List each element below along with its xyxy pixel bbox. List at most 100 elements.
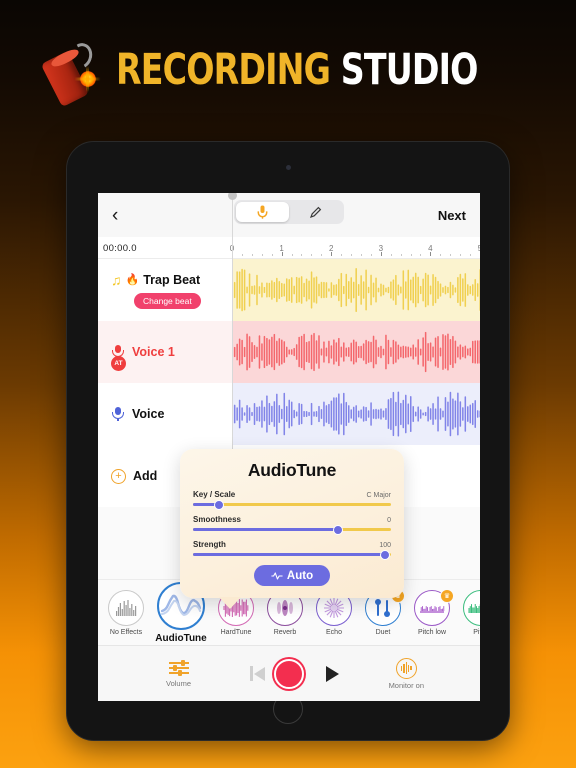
ruler-tick-minor bbox=[460, 254, 462, 256]
ruler-tick-minor bbox=[321, 254, 323, 256]
ruler-tick-major bbox=[331, 252, 333, 256]
effect-pitch-low[interactable]: ♛ Pitch low bbox=[412, 588, 454, 636]
music-note-icon: ♫ bbox=[111, 271, 122, 288]
slider-value: 100 bbox=[379, 542, 391, 549]
effect-thumbnail[interactable] bbox=[108, 589, 144, 626]
microphone-icon bbox=[257, 205, 268, 219]
track-row[interactable]: ♫ 🔥 Trap Beat Change beat bbox=[98, 259, 480, 321]
track-header-voice-2[interactable]: Voice bbox=[98, 383, 232, 445]
slider-knob[interactable] bbox=[213, 499, 224, 510]
ipad-device-frame: ‹ Next 00:00.0 01234 bbox=[66, 141, 510, 741]
effect-label: Pitch bbox=[473, 628, 480, 636]
record-button[interactable] bbox=[274, 658, 304, 689]
autotune-badge: AT bbox=[111, 356, 126, 371]
change-beat-button[interactable]: Change beat bbox=[134, 292, 201, 309]
auto-button-label: Auto bbox=[286, 569, 314, 582]
app-screen: ‹ Next 00:00.0 01234 bbox=[98, 193, 480, 701]
ruler-tick-major bbox=[380, 252, 382, 256]
tab-record[interactable] bbox=[236, 202, 289, 222]
ruler-ticks[interactable]: 012345 bbox=[230, 236, 480, 258]
slider-label: Strength bbox=[193, 540, 226, 549]
microphone-icon bbox=[111, 407, 125, 421]
ruler-tick-minor bbox=[370, 254, 372, 256]
ruler-tick-minor bbox=[341, 254, 343, 256]
track-waveform-trap-beat[interactable] bbox=[232, 259, 480, 321]
volume-button[interactable]: Volume bbox=[166, 659, 191, 688]
slider-0[interactable]: Key / Scale C Major bbox=[193, 490, 391, 510]
ruler-tick-minor bbox=[261, 254, 263, 256]
record-button-icon bbox=[274, 658, 304, 689]
slider-2[interactable]: Strength 100 bbox=[193, 540, 391, 560]
app-topbar: ‹ Next bbox=[98, 193, 480, 237]
mode-segmented-control[interactable] bbox=[234, 200, 344, 224]
ruler-tick-minor bbox=[251, 254, 253, 256]
skip-to-start-button[interactable] bbox=[250, 666, 265, 681]
track-name: Voice bbox=[132, 407, 165, 421]
track-name: Add bbox=[133, 469, 158, 483]
crown-icon: ♛ bbox=[440, 588, 454, 603]
track-waveform-voice-1[interactable] bbox=[232, 321, 480, 383]
ruler-tick-minor bbox=[390, 254, 392, 256]
track-name: Trap Beat bbox=[143, 272, 201, 287]
effect-pitch[interactable]: Pitch bbox=[461, 589, 480, 636]
effect-label: No Effects bbox=[109, 628, 143, 636]
track-title-row: Voice bbox=[111, 407, 232, 421]
auto-button[interactable]: Auto bbox=[254, 565, 330, 586]
back-button[interactable]: ‹ bbox=[112, 206, 132, 225]
ruler-tick-major bbox=[430, 252, 432, 256]
ruler-tick-minor bbox=[291, 254, 293, 256]
slider-value: 0 bbox=[387, 517, 391, 524]
volume-label: Volume bbox=[166, 679, 192, 688]
slider-value: C Major bbox=[366, 492, 391, 499]
slider-1[interactable]: Smoothness 0 bbox=[193, 515, 391, 535]
effect-thumbnail[interactable] bbox=[463, 589, 480, 626]
plus-circle-icon: + bbox=[111, 468, 126, 484]
effect-label: AudioTune bbox=[155, 632, 207, 644]
effect-no-effects[interactable]: No Effects bbox=[106, 589, 146, 636]
ruler-tick-minor bbox=[351, 254, 353, 256]
sliders-icon bbox=[168, 659, 189, 677]
track-title-row: ♫ 🔥 Trap Beat bbox=[111, 272, 232, 288]
slider-fill bbox=[193, 528, 338, 531]
pencil-icon bbox=[309, 206, 322, 218]
next-button[interactable]: Next bbox=[438, 208, 466, 223]
play-button[interactable] bbox=[326, 665, 339, 682]
track-header-voice-1[interactable]: Voice 1 AT bbox=[98, 321, 232, 383]
ruler-tick-minor bbox=[410, 254, 412, 256]
monitor-button[interactable]: Monitor on bbox=[389, 657, 424, 690]
slider-track[interactable] bbox=[193, 549, 391, 560]
ruler-tick-minor bbox=[470, 254, 472, 256]
transport-bar: Volume Monitor on bbox=[98, 645, 480, 701]
slider-label: Smoothness bbox=[193, 515, 242, 524]
track-row[interactable]: Voice 1 AT bbox=[98, 321, 480, 383]
effect-label: Echo bbox=[326, 628, 342, 636]
ruler-tick-minor bbox=[271, 254, 273, 256]
play-icon bbox=[326, 665, 339, 682]
slider-track[interactable] bbox=[193, 524, 391, 535]
slider-knob[interactable] bbox=[380, 549, 391, 560]
ruler-tick-minor bbox=[311, 254, 313, 256]
slider-group: Key / Scale C Major Smoothness 0 Strength 100 bbox=[193, 490, 391, 560]
timecode-display: 00:00.0 bbox=[103, 243, 137, 254]
track-row[interactable]: Voice bbox=[98, 383, 480, 445]
popup-title: AudioTune bbox=[247, 460, 337, 480]
tab-edit[interactable] bbox=[289, 202, 342, 222]
camera-icon bbox=[285, 165, 291, 170]
ruler-tick-minor bbox=[420, 254, 422, 256]
ruler-tick-major bbox=[281, 252, 283, 256]
track-header-trap-beat[interactable]: ♫ 🔥 Trap Beat Change beat bbox=[98, 259, 232, 321]
ruler-tick-minor bbox=[301, 254, 303, 256]
slider-fill bbox=[193, 553, 386, 556]
effect-label: HardTune bbox=[220, 628, 252, 636]
page-title: RECORDING STUDIO bbox=[116, 48, 478, 92]
fire-emoji: 🔥 bbox=[125, 274, 140, 286]
slider-knob[interactable] bbox=[332, 524, 343, 535]
effect-label: Pitch low bbox=[417, 628, 446, 636]
slider-track[interactable] bbox=[193, 499, 391, 510]
effect-label: Reverb bbox=[273, 628, 297, 636]
effect-label: Duet bbox=[375, 628, 391, 636]
promo-title-word1: RECORDING bbox=[115, 44, 331, 95]
ruler-tick-minor bbox=[360, 254, 362, 256]
timeline-ruler: 00:00.0 012345 bbox=[98, 237, 480, 259]
track-waveform-voice-2[interactable] bbox=[232, 383, 480, 445]
